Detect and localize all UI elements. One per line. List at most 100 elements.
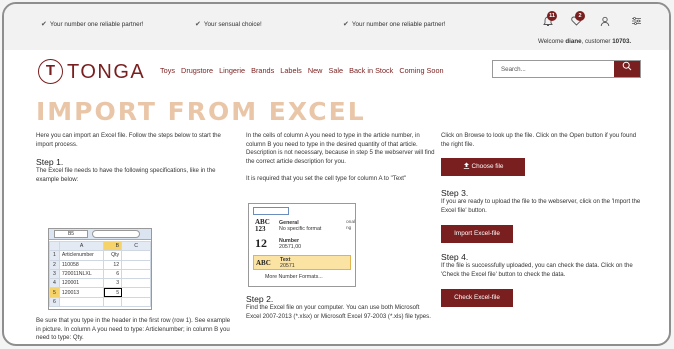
table-row: 2 110058 12 — [49, 259, 151, 270]
usp-text: Your number one reliable partner! — [351, 21, 446, 28]
cell — [121, 259, 151, 270]
notification-badge: 11 — [547, 11, 557, 21]
search-icon — [622, 61, 632, 71]
row-header: 6 — [49, 296, 60, 308]
formula-bar: B5 — [49, 229, 151, 240]
step-2-title: Step 2. — [246, 294, 274, 304]
cell — [121, 268, 151, 280]
table-row: 6 — [49, 296, 151, 308]
check-icon: ✔ — [41, 21, 47, 28]
option-label: Text 20571 — [280, 257, 295, 269]
option-desc: 20571 — [280, 263, 295, 269]
nav-item-drugstore[interactable]: Drugstore — [181, 66, 213, 75]
search-input[interactable] — [493, 61, 614, 77]
cell: 720011NLXL — [58, 268, 105, 280]
step-3-text: If you are ready to upload the file to t… — [441, 198, 641, 214]
search-box — [492, 60, 641, 78]
usp-item: ✔ Your number one reliable partner! — [41, 20, 143, 28]
cell: Qty — [103, 250, 123, 261]
page-title: IMPORT FROM EXCEL — [36, 97, 366, 126]
choose-file-button[interactable]: Choose file — [441, 158, 525, 177]
text-format-icon: ABC — [256, 259, 271, 267]
cell — [121, 296, 151, 308]
format-option-text: ABC Text 20571 — [253, 255, 351, 270]
option-label: General No specific format — [279, 220, 321, 232]
customer-number: 10703. — [612, 38, 632, 45]
excel-format-menu-image: onal ng ABC 123 General No specific format… — [248, 203, 356, 287]
excel-sheet: A B C 1 Articlenumber Qty 2 110058 12 3 … — [49, 240, 151, 308]
option-label: Number 20571,00 — [279, 238, 301, 250]
usp-text: Your number one reliable partner! — [49, 21, 144, 28]
nav-item-lingerie[interactable]: Lingerie — [219, 66, 245, 75]
column-3: Click on Browse to look up the file. Cli… — [441, 132, 646, 307]
column-header: A — [58, 240, 105, 252]
nav-item-new[interactable]: New — [308, 66, 323, 75]
main-nav: Toys Drugstore Lingerie Brands Labels Ne… — [160, 66, 448, 75]
nav-item-toys[interactable]: Toys — [160, 66, 175, 75]
cell: 6 — [103, 268, 123, 280]
page-frame: ✔ Your number one reliable partner! ✔ Your… — [2, 2, 671, 346]
check-icon: ✔ — [343, 21, 349, 28]
settings-sliders-icon[interactable] — [629, 16, 643, 30]
cell — [103, 296, 123, 308]
step-1-text-2: Be sure that you type in the header in t… — [36, 317, 231, 342]
check-excel-button[interactable]: Check Excel-file — [441, 288, 513, 307]
top-bar: ✔ Your number one reliable partner! ✔ Your… — [4, 4, 669, 50]
cell — [58, 296, 105, 308]
selected-cell: 5 — [103, 287, 123, 298]
column-2-bottom: Step 2. Find the Excel file on your comp… — [246, 294, 436, 321]
option-desc: No specific format — [279, 226, 322, 232]
usp-item: ✔ Your sensual choice! — [195, 20, 262, 28]
column-2: In the cells of column A you need to typ… — [246, 132, 436, 184]
welcome-mid: , customer — [581, 38, 613, 45]
user-icons: 11 2 — [537, 11, 667, 32]
corner-cell — [49, 240, 60, 252]
column-a-text: In the cells of column A you need to typ… — [246, 132, 435, 165]
column-header: B — [103, 240, 123, 252]
upload-icon — [463, 162, 469, 169]
step-4-title: Step 4. — [441, 252, 469, 263]
user-icon[interactable] — [598, 16, 612, 30]
name-box: B5 — [54, 230, 88, 238]
search-button[interactable] — [614, 61, 640, 77]
table-row: 4 120001 3 — [49, 278, 151, 289]
nav-item-labels[interactable]: Labels — [280, 66, 302, 75]
import-excel-button[interactable]: Import Excel-file — [441, 225, 513, 244]
cell — [121, 278, 151, 289]
step-1-text: The Excel file needs to have the followi… — [36, 167, 216, 183]
column-1: Here you can import an Excel file. Follo… — [36, 132, 232, 184]
nav-item-coming-soon[interactable]: Coming Soon — [399, 66, 443, 75]
nav-item-sale[interactable]: Sale — [328, 66, 343, 75]
check-icon: ✔ — [195, 21, 201, 28]
column-1-bottom: Be sure that you type in the header in t… — [36, 317, 232, 343]
welcome-prefix: Welcome — [538, 38, 566, 45]
step-4-text: If the file is successfully uploaded, yo… — [441, 262, 633, 278]
row-header: 3 — [49, 268, 60, 280]
nav-item-brands[interactable]: Brands — [251, 66, 274, 75]
welcome-text: Welcome diane, customer 10703. — [538, 38, 631, 45]
table-row: 5 120013 5 — [49, 287, 151, 298]
wishlist-badge: 2 — [575, 11, 585, 21]
number-format-icon: 12 — [255, 236, 267, 250]
cell-type-text: It is required that you set the cell typ… — [246, 175, 407, 183]
step-1-title: Step 1. — [36, 157, 64, 168]
customer-name: diane — [565, 38, 582, 45]
nav-item-back-in-stock[interactable]: Back in Stock — [349, 66, 393, 75]
step-3-title: Step 3. — [441, 188, 469, 199]
cell: 3 — [103, 278, 123, 289]
more-number-formats: More Number Formats... — [265, 274, 323, 280]
cell — [121, 287, 151, 298]
option-desc: 20571,00 — [279, 244, 302, 250]
cell: 120013 — [58, 287, 105, 298]
intro-text: Here you can import an Excel file. Follo… — [36, 132, 221, 148]
step-2-text: Find the Excel file on your computer. Yo… — [246, 304, 431, 320]
cell — [121, 250, 151, 261]
cell: 120001 — [58, 278, 105, 289]
usp-item: ✔ Your number one reliable partner! — [343, 20, 445, 28]
column-header: C — [121, 240, 151, 252]
format-option-general: ABC 123 General No specific format — [253, 219, 351, 234]
row-header: 1 — [49, 250, 60, 261]
logo-mark: T — [38, 59, 63, 84]
cell: Articlenumber — [58, 250, 105, 261]
cell: 12 — [103, 259, 123, 270]
